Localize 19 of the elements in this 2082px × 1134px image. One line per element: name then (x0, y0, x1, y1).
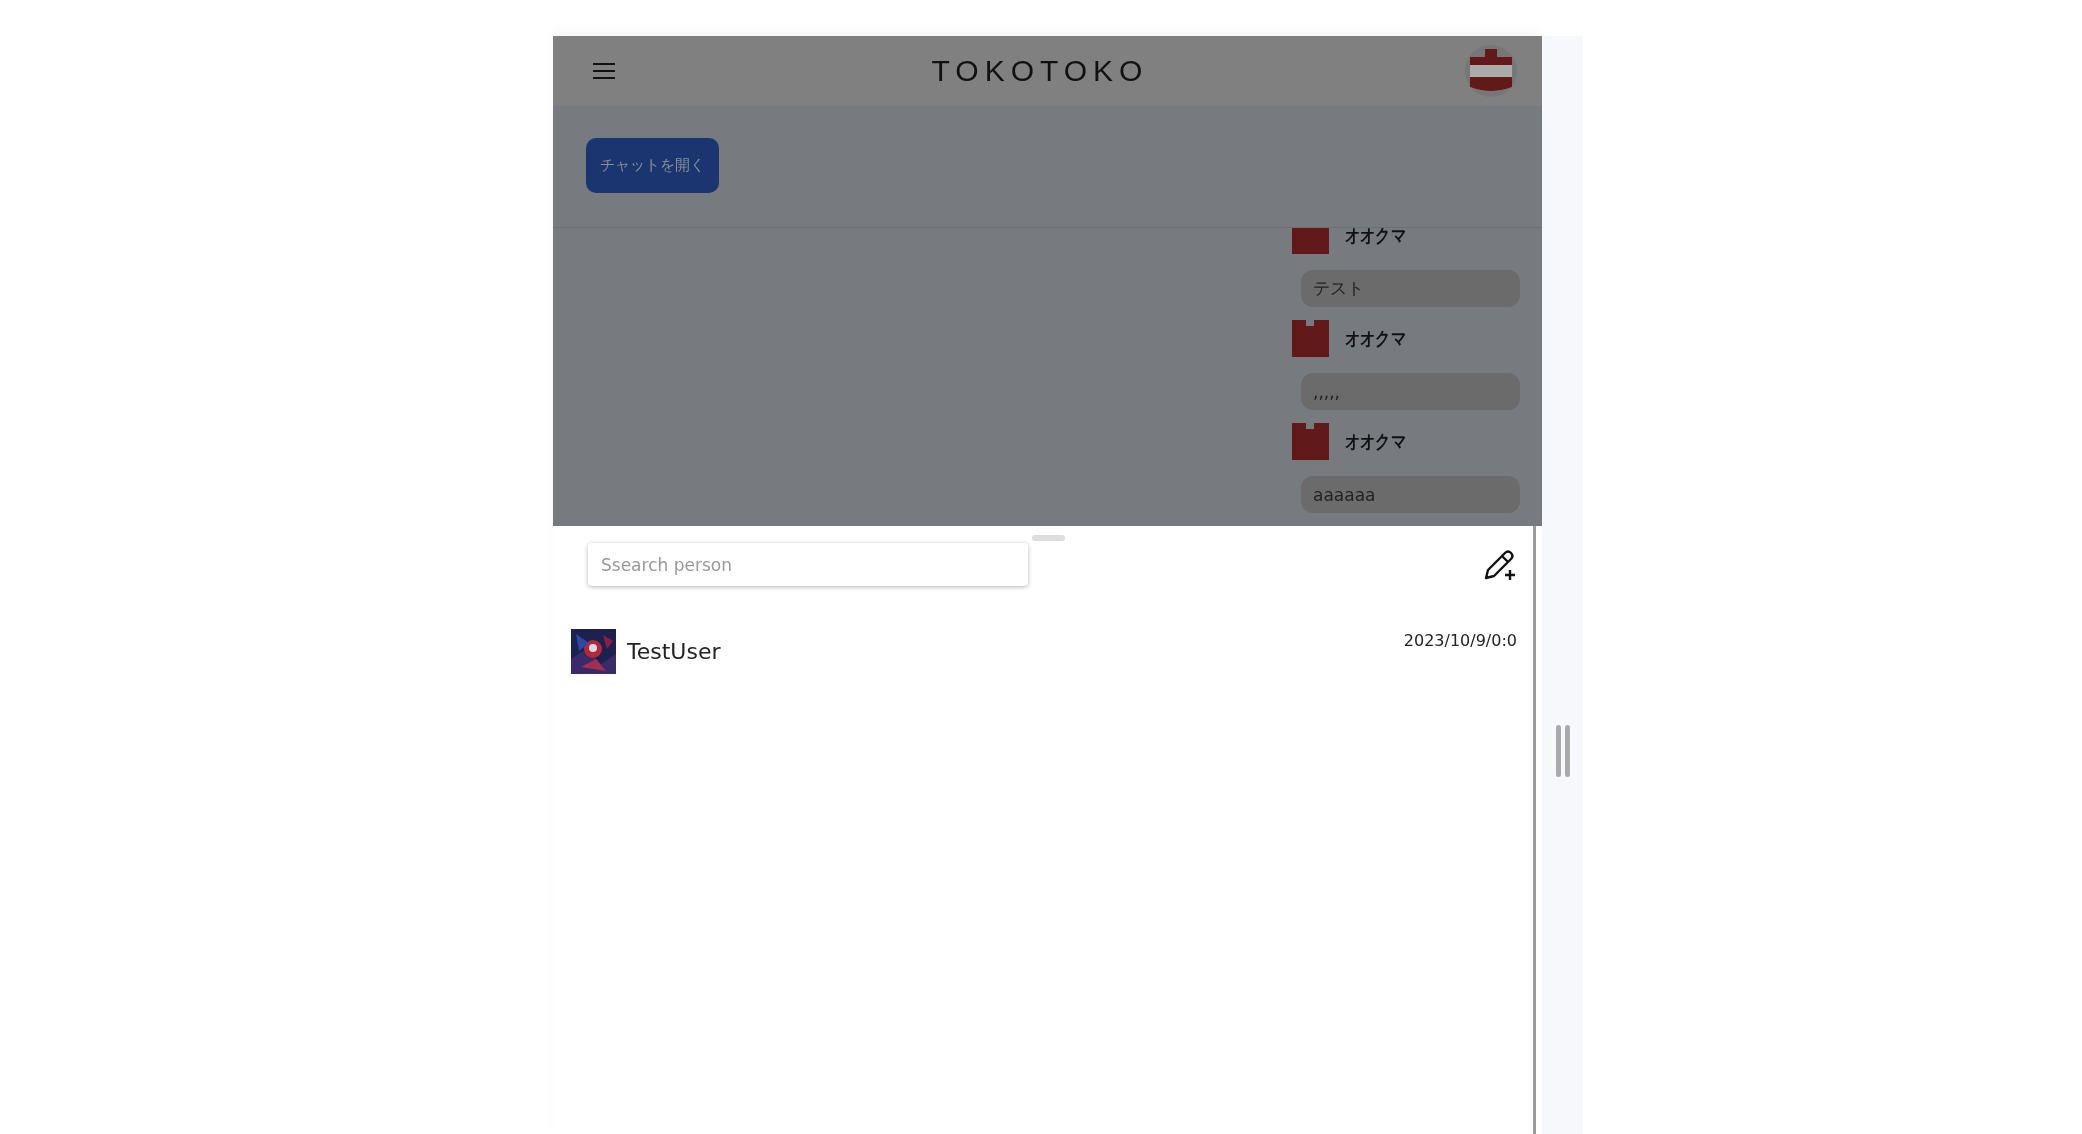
menu-icon[interactable] (593, 63, 615, 79)
app-title: TOKOTOKO (931, 54, 1149, 88)
message-bubble: ,,,,, (1301, 373, 1520, 410)
author-name: オオクマ (1345, 428, 1406, 454)
avatar-icon (1292, 228, 1329, 254)
author-name: オオクマ (1345, 228, 1406, 248)
profile-avatar-icon[interactable] (1465, 45, 1517, 97)
new-message-icon[interactable] (1483, 547, 1517, 582)
message-bubble: aaaaaa (1301, 476, 1520, 513)
open-chat-button[interactable]: チャットを開く (586, 138, 719, 193)
contact-name[interactable]: TestUser (627, 639, 721, 664)
resize-handle[interactable] (1555, 725, 1570, 777)
author-name: オオクマ (1345, 325, 1406, 351)
avatar-icon (1292, 423, 1329, 460)
search-field[interactable]: Ssearch person (588, 543, 1028, 586)
message-bubble: テスト (1301, 270, 1520, 307)
avatar-icon (1292, 320, 1329, 357)
conversation-date: 2023/10/9/0:0 (1403, 631, 1517, 652)
drag-handle[interactable] (1032, 535, 1065, 541)
